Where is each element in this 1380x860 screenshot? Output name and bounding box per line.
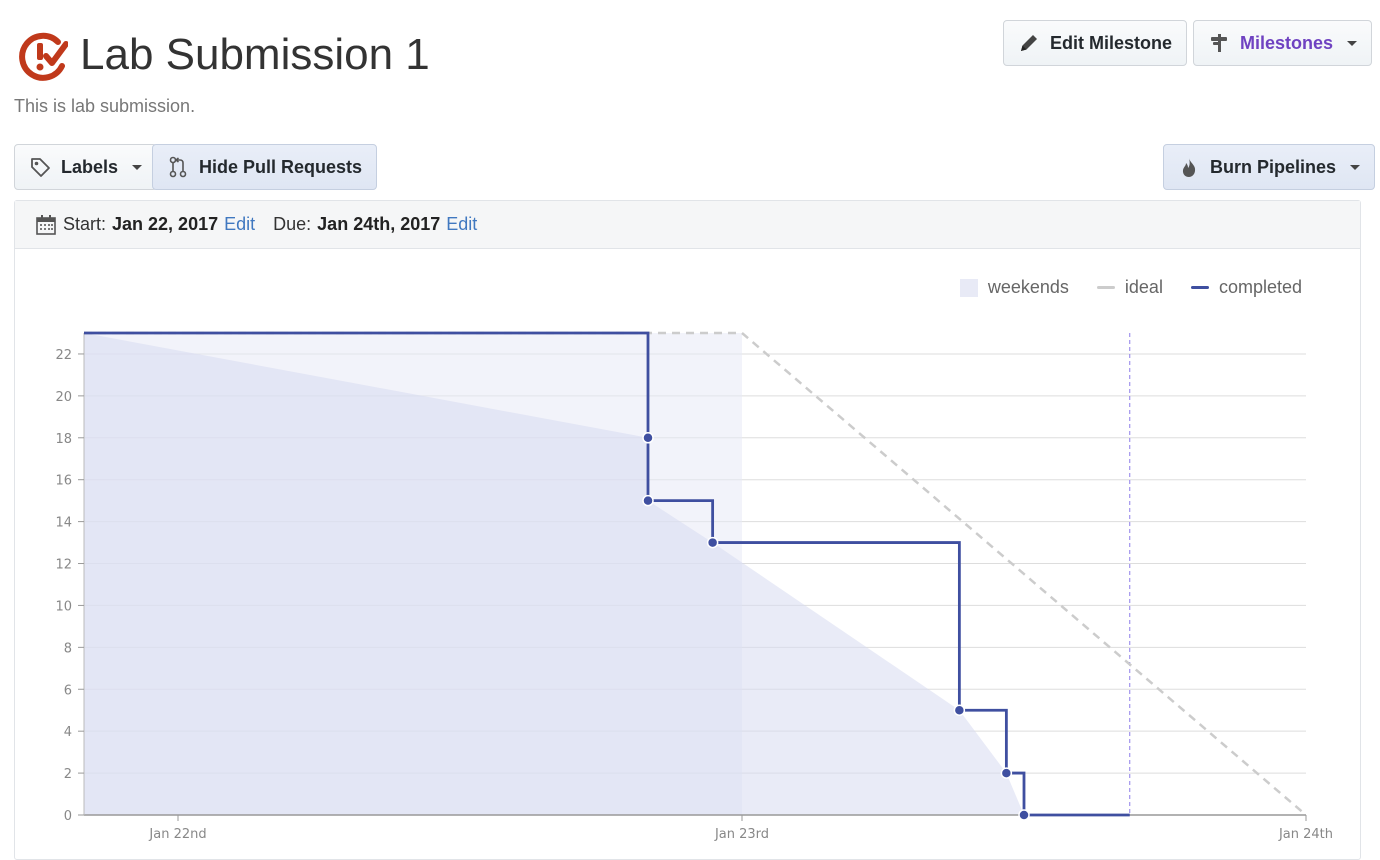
completed-point: [1000, 767, 1013, 779]
tag-icon: [31, 158, 50, 177]
edit-milestone-button[interactable]: Edit Milestone: [1003, 20, 1188, 66]
x-tick-label: Jan 22nd: [148, 827, 206, 842]
hide-pull-requests-button[interactable]: Hide Pull Requests: [152, 144, 378, 190]
y-tick-label: 10: [55, 599, 72, 614]
y-tick-label: 18: [55, 432, 72, 447]
y-tick-label: 2: [64, 767, 72, 782]
edit-milestone-label: Edit Milestone: [1050, 32, 1173, 53]
milestone-description: This is lab submission.: [14, 96, 196, 116]
flame-icon: [1182, 158, 1196, 177]
completed-point: [642, 494, 654, 507]
x-tick-label: Jan 24th: [1278, 827, 1333, 842]
completed-point: [706, 536, 719, 549]
y-tick-label: 4: [64, 725, 72, 740]
chevron-down-icon: [1347, 40, 1358, 46]
milestones-dropdown[interactable]: Milestones: [1193, 20, 1373, 66]
completed-point: [953, 704, 966, 716]
burn-pipelines-dropdown[interactable]: Burn Pipelines: [1163, 144, 1376, 190]
hide-pull-requests-label: Hide Pull Requests: [199, 156, 363, 177]
burndown-chart: 0 2 4 6 8 10 12 14 16 18 20 22 Jan 22nd Jan 23rd Jan 2…: [55, 331, 1333, 842]
y-tick-label: 20: [55, 390, 72, 405]
y-tick-label: 16: [55, 474, 72, 489]
labels-label: Labels: [61, 156, 119, 177]
y-tick-label: 0: [64, 809, 72, 824]
chevron-down-icon: [132, 164, 143, 170]
completed-point: [1018, 809, 1030, 821]
labels-dropdown[interactable]: Labels: [14, 144, 158, 190]
completed-point: [642, 432, 654, 444]
y-tick-label: 22: [55, 348, 72, 363]
chevron-down-icon: [1350, 164, 1361, 170]
signpost-icon: [1211, 34, 1227, 52]
pull-request-icon: [169, 156, 187, 178]
y-tick-label: 8: [64, 641, 72, 656]
burndown-panel: Start: Jan 22, 2017 Edit Due: Jan 24th, …: [14, 200, 1361, 860]
milestones-label: Milestones: [1240, 32, 1334, 53]
y-tick-label: 6: [64, 683, 72, 698]
y-tick-label: 12: [55, 558, 72, 573]
pencil-icon: [1021, 35, 1037, 51]
burn-pipelines-label: Burn Pipelines: [1210, 156, 1337, 177]
y-tick-label: 14: [55, 516, 72, 531]
page-title: Lab Submission 1: [80, 30, 430, 79]
x-tick-label: Jan 23rd: [714, 827, 769, 842]
burnchart-logo-icon: [19, 32, 68, 81]
